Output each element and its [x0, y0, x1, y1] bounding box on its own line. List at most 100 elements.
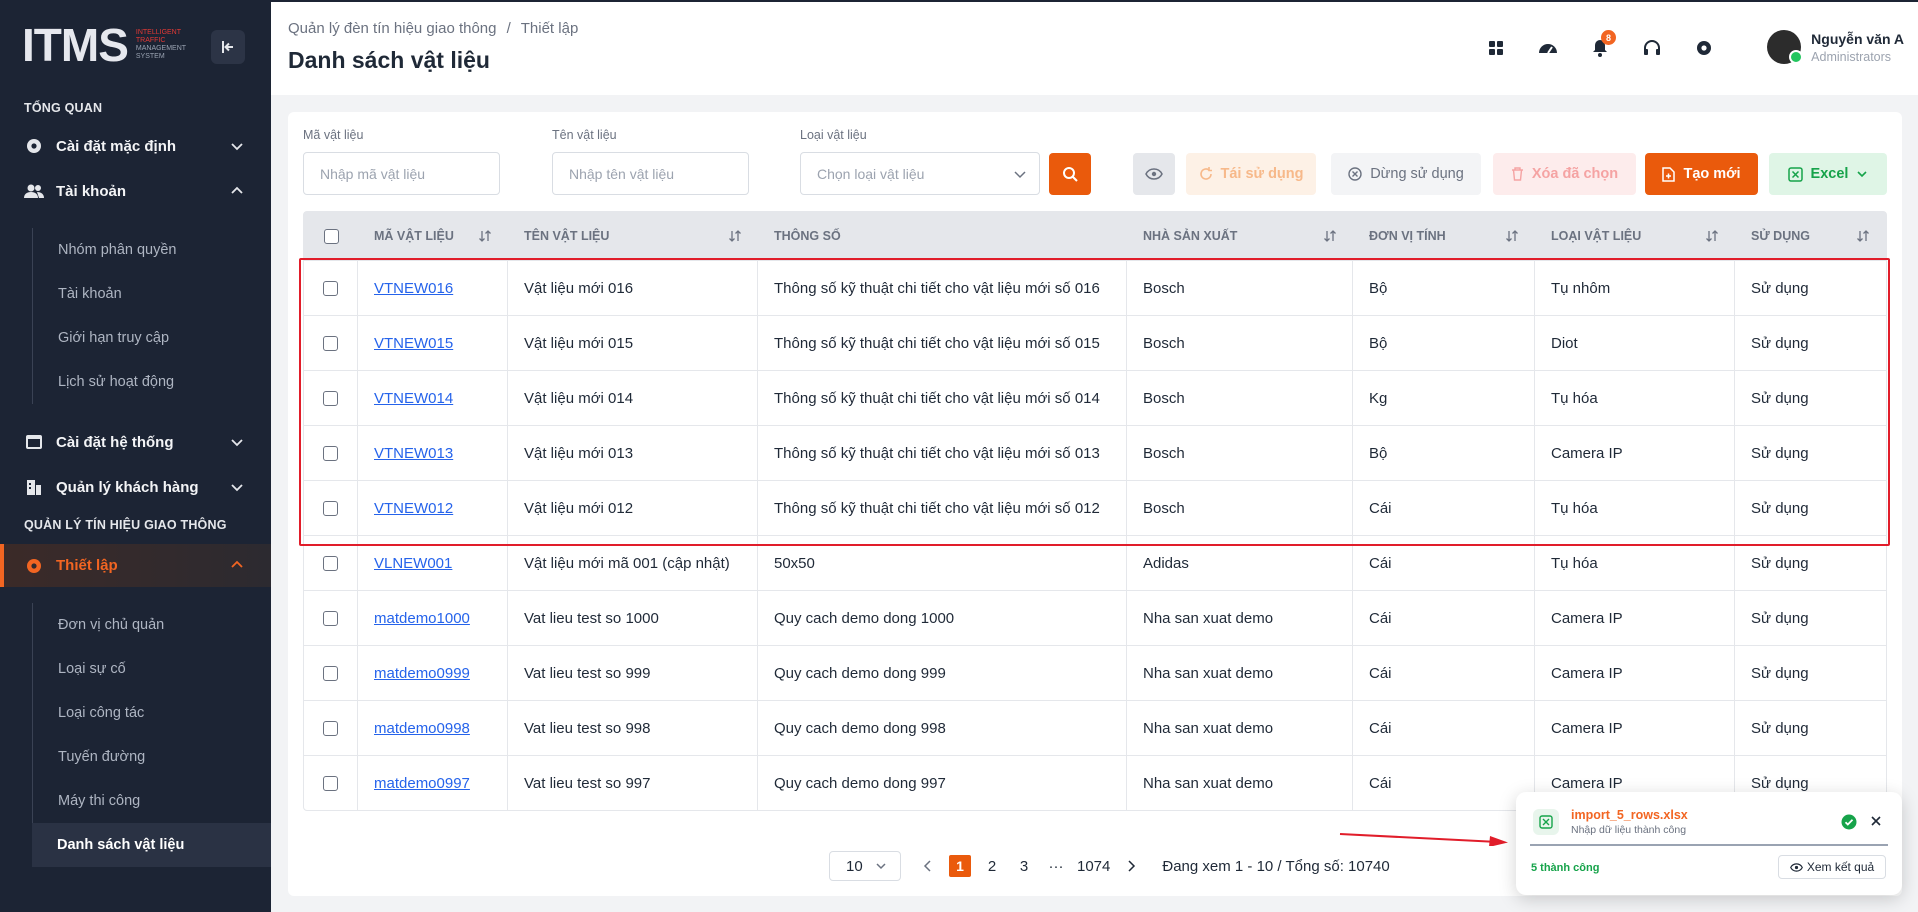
cell-material-code: VTNEW012	[358, 480, 508, 536]
table-body: VTNEW016 Vật liệu mới 016 Thông số kỹ thuậ…	[304, 260, 1886, 811]
create-new-button[interactable]: Tạo mới	[1645, 153, 1758, 195]
cell-usage: Sử dụng	[1751, 279, 1809, 297]
table-row[interactable]: matdemo1000 Vat lieu test so 1000 Quy cach…	[304, 590, 1886, 646]
support-button[interactable]	[1638, 34, 1666, 62]
material-code-link[interactable]: matdemo0997	[374, 775, 470, 792]
page-3-button[interactable]: 3	[1013, 855, 1035, 877]
nav-default-settings[interactable]: Cài đặt mặc định	[0, 126, 271, 166]
page-2-button[interactable]: 2	[981, 855, 1003, 877]
sub-item-account[interactable]: Tài khoản	[33, 272, 271, 316]
cell-specification: Thông số kỹ thuật chi tiết cho vật liệu …	[758, 480, 1127, 536]
nav-customer-management[interactable]: Quản lý khách hàng	[0, 467, 271, 507]
material-code-link[interactable]: VTNEW013	[374, 445, 453, 462]
row-checkbox[interactable]	[323, 335, 338, 351]
page-1-button[interactable]: 1	[949, 855, 971, 877]
col-material-code[interactable]: MÃ VẬT LIỆU	[358, 212, 508, 260]
table-row[interactable]: matdemo0998 Vat lieu test so 998 Quy cach …	[304, 700, 1886, 756]
sub-item-material-list[interactable]: Danh sách vật liệu	[32, 823, 271, 867]
material-code-link[interactable]: matdemo1000	[374, 610, 470, 627]
toggle-columns-button[interactable]	[1133, 153, 1175, 195]
table-row[interactable]: VTNEW012 Vật liệu mới 012 Thông số kỹ thuậ…	[304, 480, 1886, 536]
row-checkbox[interactable]	[323, 500, 338, 516]
material-code-link[interactable]: VTNEW012	[374, 500, 453, 517]
material-code-link[interactable]: VTNEW016	[374, 280, 453, 297]
collapse-sidebar-button[interactable]	[211, 30, 245, 64]
material-code-link[interactable]: VTNEW015	[374, 335, 453, 352]
sub-item-construction-machine[interactable]: Máy thi công	[33, 779, 271, 823]
col-unit[interactable]: ĐƠN VỊ TÍNH	[1353, 212, 1535, 260]
row-checkbox[interactable]	[323, 390, 338, 406]
prev-page-button[interactable]	[917, 855, 939, 877]
apps-grid-button[interactable]	[1482, 34, 1510, 62]
sub-item-access-limit[interactable]: Giới hạn truy cập	[33, 316, 271, 360]
material-table: MÃ VẬT LIỆU TÊN VẬT LIỆU THÔNG SỐ NHÀ SẢ…	[303, 211, 1887, 811]
col-usage[interactable]: SỬ DỤNG	[1735, 212, 1886, 260]
row-checkbox[interactable]	[323, 665, 338, 681]
table-row[interactable]: VTNEW016 Vật liệu mới 016 Thông số kỹ thuậ…	[304, 260, 1886, 316]
setup-submenu: Đơn vị chủ quản Loại sự cố Loại công tác…	[32, 603, 271, 867]
page-ellipsis[interactable]: ···	[1045, 855, 1067, 877]
table-row[interactable]: VTNEW013 Vật liệu mới 013 Thông số kỹ thuậ…	[304, 425, 1886, 481]
select-all-checkbox[interactable]	[323, 228, 339, 244]
excel-button[interactable]: Excel	[1769, 153, 1887, 195]
search-button[interactable]	[1049, 153, 1091, 195]
material-code-link[interactable]: VLNEW001	[374, 555, 452, 572]
delete-selected-button[interactable]: Xóa đã chọn	[1493, 153, 1636, 195]
material-code-label: Mã vật liệu	[303, 128, 364, 142]
sub-item-incident-type[interactable]: Loại sự cố	[33, 647, 271, 691]
row-checkbox[interactable]	[323, 280, 338, 296]
brand-logo[interactable]: ITMS INTELLIGENT TRAFFIC MANAGEMENT SYST…	[22, 22, 196, 68]
cell-unit: Cái	[1353, 645, 1535, 701]
sub-item-permission-group[interactable]: Nhóm phân quyền	[33, 228, 271, 272]
sub-item-activity-history[interactable]: Lịch sử hoạt động	[33, 360, 271, 404]
col-manufacturer[interactable]: NHÀ SẢN XUẤT	[1127, 212, 1353, 260]
breadcrumb-root[interactable]: Quản lý đèn tín hiệu giao thông	[288, 20, 497, 37]
row-select-cell	[304, 425, 358, 481]
gear-icon	[1697, 41, 1711, 55]
breadcrumb-current[interactable]: Thiết lập	[521, 20, 579, 37]
nav-system-settings-label: Cài đặt hệ thống	[56, 433, 174, 451]
sub-item-managing-unit[interactable]: Đơn vị chủ quản	[33, 603, 271, 647]
cell-material-code: matdemo0997	[358, 755, 508, 811]
row-checkbox[interactable]	[323, 775, 338, 791]
sub-item-route[interactable]: Tuyến đường	[33, 735, 271, 779]
row-checkbox[interactable]	[323, 445, 338, 461]
page-size-select[interactable]: 10	[829, 851, 901, 881]
notifications-button[interactable]: 8	[1586, 30, 1616, 62]
table-row[interactable]: matdemo0999 Vat lieu test so 999 Quy cach …	[304, 645, 1886, 701]
nav-system-settings[interactable]: Cài đặt hệ thống	[0, 422, 271, 462]
material-code-link[interactable]: matdemo0999	[374, 665, 470, 682]
dashboard-button[interactable]	[1534, 34, 1562, 62]
table-row[interactable]: VLNEW001 Vật liệu mới mã 001 (cập nhật) 50…	[304, 535, 1886, 591]
material-type-select[interactable]: Chọn loại vật liệu	[800, 152, 1040, 195]
cell-usage: Sử dụng	[1751, 719, 1809, 737]
cell-usage: Sử dụng	[1751, 664, 1809, 682]
row-checkbox[interactable]	[323, 720, 338, 736]
material-code-link[interactable]: VTNEW014	[374, 390, 453, 407]
col-material-name[interactable]: TÊN VẬT LIỆU	[508, 212, 758, 260]
sub-item-work-type[interactable]: Loại công tác	[33, 691, 271, 735]
row-checkbox[interactable]	[323, 610, 338, 626]
material-name-input[interactable]: Nhập tên vật liệu	[552, 152, 749, 195]
last-page-button[interactable]: 1074	[1077, 855, 1110, 877]
stop-use-button[interactable]: Dừng sử dụng	[1331, 153, 1481, 195]
material-code-link[interactable]: matdemo0998	[374, 720, 470, 737]
next-page-button[interactable]	[1120, 855, 1142, 877]
nav-account[interactable]: Tài khoản	[0, 171, 271, 211]
col-material-type[interactable]: LOẠI VẬT LIỆU	[1535, 212, 1735, 260]
view-result-button[interactable]: Xem kết quả	[1778, 855, 1886, 879]
close-icon[interactable]	[1869, 814, 1883, 828]
row-checkbox[interactable]	[323, 555, 338, 571]
row-select-cell	[304, 535, 358, 591]
settings-button[interactable]	[1690, 34, 1718, 62]
notification-badge: 8	[1601, 30, 1616, 45]
table-row[interactable]: VTNEW014 Vật liệu mới 014 Thông số kỹ thuậ…	[304, 370, 1886, 426]
nav-setup[interactable]: Thiết lập	[0, 544, 271, 587]
material-code-input[interactable]: Nhập mã vật liệu	[303, 152, 500, 195]
user-menu[interactable]: Nguyễn văn A Administrators	[1767, 30, 1904, 64]
reuse-button[interactable]: Tái sử dụng	[1186, 153, 1316, 195]
table-row[interactable]: VTNEW015 Vật liệu mới 015 Thông số kỹ thuậ…	[304, 315, 1886, 371]
cell-specification: Quy cach demo dong 997	[758, 755, 1127, 811]
toast-progress-line	[1530, 844, 1888, 846]
sort-icon	[1506, 230, 1518, 242]
